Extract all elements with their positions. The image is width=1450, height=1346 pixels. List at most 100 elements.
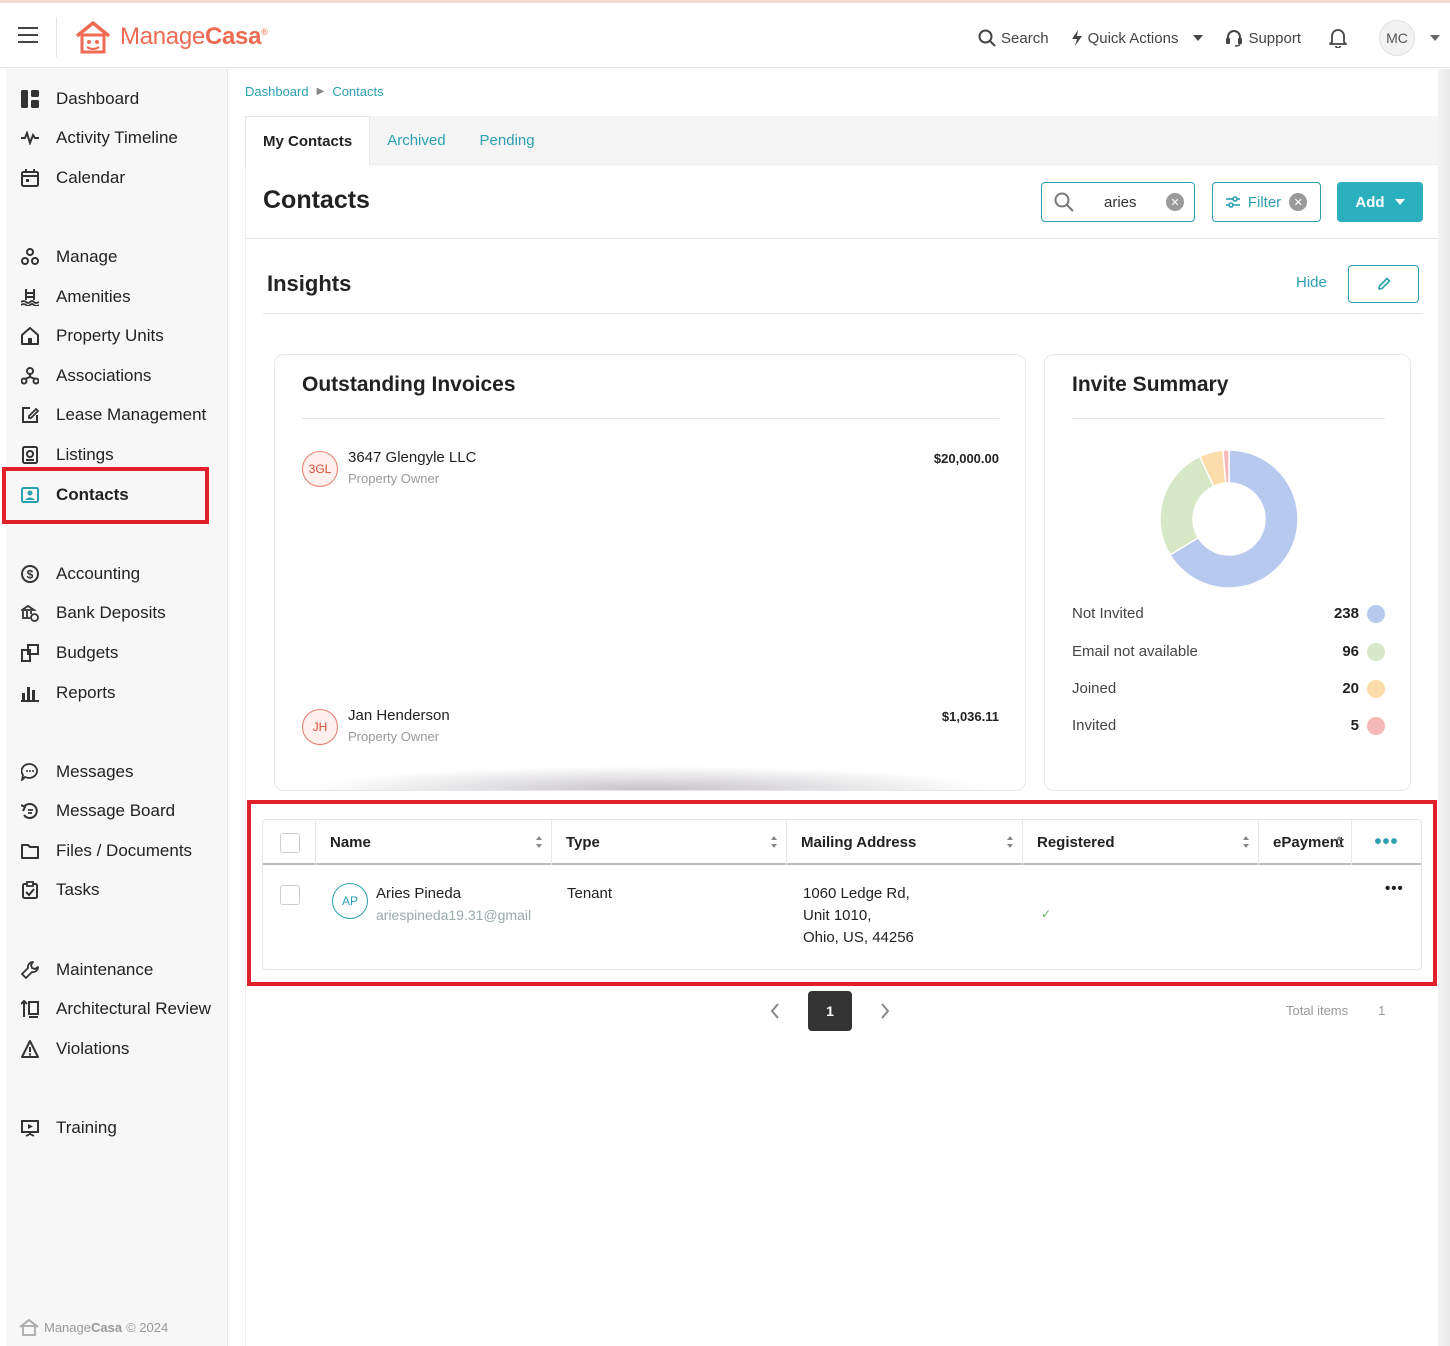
legend-label: Not Invited — [1072, 605, 1144, 622]
user-menu[interactable]: MC — [1379, 20, 1440, 56]
sidebar-item-manage[interactable]: Manage — [6, 239, 228, 275]
sidebar-item-label: Amenities — [56, 287, 131, 306]
brand-logo[interactable]: ManageCasa® — [74, 19, 268, 55]
legend-dot — [1367, 643, 1385, 661]
donut-slice-email-not-available[interactable] — [1159, 455, 1215, 556]
search-value: aries — [1104, 193, 1137, 211]
budget-icon — [20, 643, 40, 663]
divider — [246, 238, 1439, 239]
tab-pending[interactable]: Pending — [463, 116, 552, 165]
tab-archived[interactable]: Archived — [370, 116, 462, 165]
sidebar-item-label: Message Board — [56, 801, 176, 820]
chevron-right-icon: ▶ — [316, 86, 325, 97]
add-button[interactable]: Add — [1337, 182, 1423, 222]
sidebar-item-label: Listings — [56, 445, 114, 464]
sidebar-item-bank-deposits[interactable]: Bank Deposits — [6, 595, 228, 631]
legend-dot — [1367, 680, 1385, 698]
sidebar-item-lease-management[interactable]: Lease Management — [6, 397, 228, 433]
insights-title: Insights — [267, 271, 352, 296]
user-avatar: MC — [1379, 20, 1415, 56]
bar-chart-icon — [20, 683, 40, 703]
outstanding-invoices-card: Outstanding Invoices 3GL 3647 Glengyle L… — [274, 354, 1026, 791]
calendar-icon — [20, 168, 40, 188]
page-button-current[interactable]: 1 — [808, 991, 852, 1031]
table-highlight-box — [247, 800, 1437, 986]
sidebar-item-training[interactable]: Training — [6, 1110, 228, 1146]
sidebar-item-label: Accounting — [56, 564, 141, 583]
invoice-row[interactable]: JH Jan Henderson Property Owner $1,036.1… — [302, 707, 999, 749]
chevron-right-icon[interactable] — [880, 1003, 890, 1019]
sidebar-item-reports[interactable]: Reports — [6, 675, 228, 711]
sidebar-item-messages[interactable]: Messages — [6, 754, 228, 790]
legend-value: 20 — [1342, 680, 1359, 697]
total-items-label: Total items — [1286, 1003, 1349, 1018]
total-items: Total items 1 — [1286, 1003, 1385, 1018]
dollar-icon: $ — [20, 564, 40, 584]
sidebar-item-violations[interactable]: Violations — [6, 1031, 228, 1067]
dashboard-icon — [20, 89, 40, 109]
footer-brand-bold: Casa — [90, 1319, 123, 1335]
sliders-icon — [1225, 196, 1240, 208]
legend-row-joined: Joined 20 — [1072, 678, 1385, 700]
search-link[interactable]: Search — [978, 29, 1049, 47]
support-link[interactable]: Support — [1225, 29, 1301, 47]
sidebar-item-label: Dashboard — [56, 89, 140, 108]
folder-icon — [20, 841, 40, 861]
chevron-left-icon[interactable] — [770, 1003, 780, 1019]
sidebar-item-message-board[interactable]: Message Board — [6, 793, 228, 829]
sidebar-item-files-documents[interactable]: Files / Documents — [6, 833, 228, 869]
invoice-row[interactable]: 3GL 3647 Glengyle LLC Property Owner $20… — [302, 449, 999, 491]
legend-dot — [1367, 717, 1385, 735]
caret-down-icon — [1430, 35, 1440, 41]
sidebar-item-associations[interactable]: Associations — [6, 358, 228, 394]
search-icon — [1054, 192, 1074, 212]
search-label: Search — [1001, 29, 1049, 47]
edit-insights-button[interactable] — [1348, 265, 1419, 303]
brand-name-light: Manage — [120, 23, 205, 50]
hide-insights-link[interactable]: Hide — [1296, 274, 1327, 291]
card-title: Outstanding Invoices — [302, 373, 516, 396]
contacts-search-input[interactable]: aries ✕ — [1041, 182, 1195, 222]
sidebar-item-tasks[interactable]: Tasks — [6, 872, 228, 908]
quick-actions-label: Quick Actions — [1087, 29, 1179, 47]
quick-actions-menu[interactable]: Quick Actions — [1071, 30, 1204, 47]
hamburger-menu-icon[interactable] — [18, 27, 38, 43]
sidebar-item-calendar[interactable]: Calendar — [6, 160, 228, 196]
sidebar-item-accounting[interactable]: $ Accounting — [6, 556, 228, 592]
clear-search-icon[interactable]: ✕ — [1166, 193, 1184, 211]
divider — [263, 313, 1423, 314]
sidebar: Dashboard Activity Timeline Calendar Man… — [6, 69, 228, 1346]
invite-summary-card: Invite Summary Not Invited 238 Email not… — [1044, 354, 1411, 791]
filter-button[interactable]: Filter ✕ — [1212, 182, 1321, 222]
sidebar-item-dashboard[interactable]: Dashboard — [6, 81, 228, 117]
tab-my-contacts[interactable]: My Contacts — [245, 116, 371, 165]
sidebar-item-amenities[interactable]: Amenities — [6, 279, 228, 315]
page-title: Contacts — [263, 186, 370, 214]
pulse-icon — [20, 128, 40, 148]
avatar: JH — [302, 709, 338, 745]
legend-row-invited: Invited 5 — [1072, 715, 1385, 737]
contacts-highlight-box — [2, 467, 209, 524]
sidebar-item-label: Activity Timeline — [56, 128, 178, 147]
support-label: Support — [1248, 29, 1301, 47]
sidebar-item-label: Manage — [56, 247, 118, 266]
sidebar-item-budgets[interactable]: Budgets — [6, 635, 228, 671]
invoice-contact-name: Jan Henderson — [348, 707, 450, 724]
notifications-button[interactable] — [1329, 28, 1347, 48]
invoice-contact-name: 3647 Glengyle LLC — [348, 449, 477, 466]
sidebar-item-maintenance[interactable]: Maintenance — [6, 952, 228, 988]
house-logo-icon — [75, 21, 111, 54]
sidebar-item-activity-timeline[interactable]: Activity Timeline — [6, 120, 228, 156]
invoice-contact-role: Property Owner — [348, 471, 440, 486]
clear-filter-icon[interactable]: ✕ — [1289, 193, 1308, 211]
add-label: Add — [1355, 193, 1385, 211]
listing-icon — [20, 445, 40, 465]
filter-label: Filter — [1247, 193, 1282, 211]
sidebar-item-architectural-review[interactable]: Architectural Review — [6, 991, 228, 1027]
footer-brand: ManageCasa © 2024 — [18, 1318, 168, 1336]
sidebar-item-property-units[interactable]: Property Units — [6, 318, 228, 354]
invite-donut-chart — [1159, 449, 1299, 589]
breadcrumb: Dashboard ▶ Contacts — [245, 84, 384, 99]
breadcrumb-dashboard[interactable]: Dashboard — [245, 84, 309, 99]
breadcrumb-contacts[interactable]: Contacts — [332, 84, 383, 99]
